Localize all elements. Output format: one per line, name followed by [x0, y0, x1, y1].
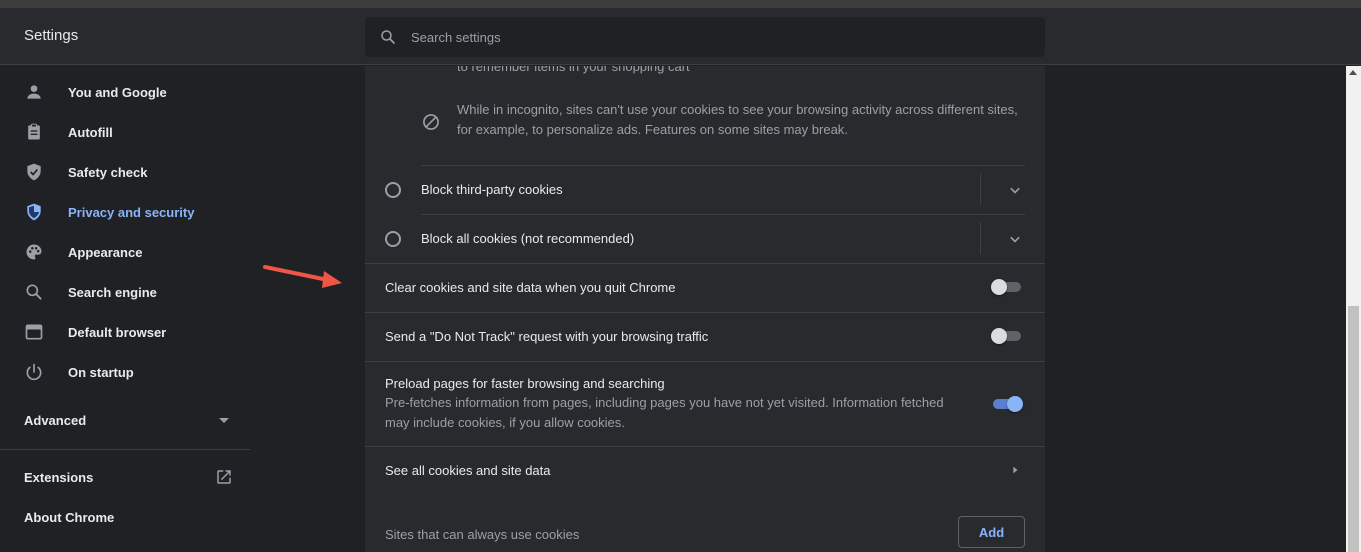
vertical-divider	[980, 222, 981, 254]
scroll-up-arrow-icon[interactable]	[1349, 70, 1357, 75]
do-not-track-row[interactable]: Send a "Do Not Track" request with your …	[365, 312, 1045, 361]
incognito-note: While in incognito, sites can't use your…	[457, 102, 1018, 137]
sidebar-item-default-browser[interactable]: Default browser	[0, 312, 250, 352]
see-all-cookies-label: See all cookies and site data	[385, 463, 551, 478]
do-not-track-label: Send a "Do Not Track" request with your …	[385, 329, 709, 344]
clear-on-quit-toggle[interactable]	[991, 279, 1023, 295]
sidebar-item-extensions[interactable]: Extensions	[0, 458, 250, 498]
sidebar-item-label: You and Google	[68, 84, 167, 100]
block-third-party-radio[interactable]	[385, 182, 401, 198]
add-site-button[interactable]: Add	[958, 516, 1025, 548]
toggle-knob	[991, 328, 1007, 344]
sidebar-extensions-label: Extensions	[24, 470, 94, 485]
block-all-row[interactable]: Block all cookies (not recommended)	[365, 214, 1045, 263]
search-icon	[26, 284, 42, 300]
window-top-strip	[0, 0, 1361, 8]
search-input[interactable]	[411, 17, 1011, 57]
sidebar-divider	[0, 449, 250, 450]
shield-check-icon	[27, 163, 41, 181]
sidebar-item-safety-check[interactable]: Safety check	[0, 152, 250, 192]
caret-down-icon	[219, 418, 229, 423]
arrow-right-icon	[1013, 466, 1018, 474]
power-icon	[26, 363, 42, 381]
search-icon	[381, 30, 395, 44]
clipboard-icon	[28, 123, 40, 140]
top-toolbar: Settings	[0, 8, 1361, 65]
chevron-down-icon[interactable]	[1005, 180, 1025, 200]
sidebar-item-label: On startup	[68, 364, 134, 380]
sidebar: You and Google Autofill Safety check Pri…	[0, 66, 250, 552]
toggle-knob	[1007, 396, 1023, 412]
preload-description: Pre-fetches information from pages, incl…	[385, 395, 944, 430]
sidebar-item-label: Safety check	[68, 164, 148, 180]
sidebar-item-label: Autofill	[68, 124, 113, 140]
shield-icon	[27, 203, 41, 221]
sidebar-item-appearance[interactable]: Appearance	[0, 232, 250, 272]
cut-off-row: to remember items in your shopping cart	[365, 66, 1045, 80]
annotation-arrow-icon	[263, 265, 342, 288]
block-third-party-label: Block third-party cookies	[421, 182, 563, 197]
cut-off-text: to remember items in your shopping cart	[457, 66, 690, 74]
open-in-new-icon	[217, 470, 231, 484]
clear-on-quit-label: Clear cookies and site data when you qui…	[385, 280, 676, 295]
chevron-down-icon[interactable]	[1005, 229, 1025, 249]
block-all-label: Block all cookies (not recommended)	[421, 231, 635, 246]
clear-on-quit-row[interactable]: Clear cookies and site data when you qui…	[365, 263, 1045, 312]
block-third-party-row[interactable]: Block third-party cookies	[365, 165, 1045, 214]
sidebar-item-label: Appearance	[68, 244, 143, 260]
sidebar-advanced-toggle[interactable]: Advanced	[0, 400, 250, 440]
always-allow-heading: Sites that can always use cookies	[385, 527, 580, 542]
sidebar-item-autofill[interactable]: Autofill	[0, 112, 250, 152]
sidebar-item-label: Privacy and security	[68, 204, 195, 220]
browser-window-icon	[25, 324, 43, 340]
app-title: Settings	[24, 27, 79, 44]
see-all-cookies-row[interactable]: See all cookies and site data	[365, 446, 1045, 495]
toggle-knob	[991, 279, 1007, 295]
sidebar-advanced-label: Advanced	[24, 413, 87, 428]
search-box[interactable]	[365, 17, 1045, 57]
scrollbar[interactable]	[1346, 66, 1361, 552]
sidebar-item-search-engine[interactable]: Search engine	[0, 272, 250, 312]
do-not-track-toggle[interactable]	[991, 328, 1023, 344]
preload-toggle[interactable]	[991, 396, 1023, 412]
sidebar-item-on-startup[interactable]: On startup	[0, 352, 250, 392]
sidebar-item-label: Default browser	[68, 324, 167, 340]
block-icon	[423, 114, 439, 130]
palette-icon	[26, 244, 42, 260]
preload-row[interactable]: Preload pages for faster browsing and se…	[365, 361, 1045, 446]
sidebar-item-label: Search engine	[68, 284, 157, 300]
settings-card: to remember items in your shopping cart …	[365, 66, 1045, 552]
sidebar-item-you-and-google[interactable]: You and Google	[0, 72, 250, 112]
sidebar-item-privacy-and-security[interactable]: Privacy and security	[0, 192, 250, 232]
sidebar-about-label: About Chrome	[24, 510, 115, 525]
vertical-divider	[980, 173, 981, 205]
block-all-radio[interactable]	[385, 231, 401, 247]
person-icon	[27, 85, 41, 99]
scrollbar-thumb[interactable]	[1348, 306, 1359, 552]
preload-title: Preload pages for faster browsing and se…	[385, 376, 665, 391]
sidebar-item-about-chrome[interactable]: About Chrome	[0, 498, 250, 538]
